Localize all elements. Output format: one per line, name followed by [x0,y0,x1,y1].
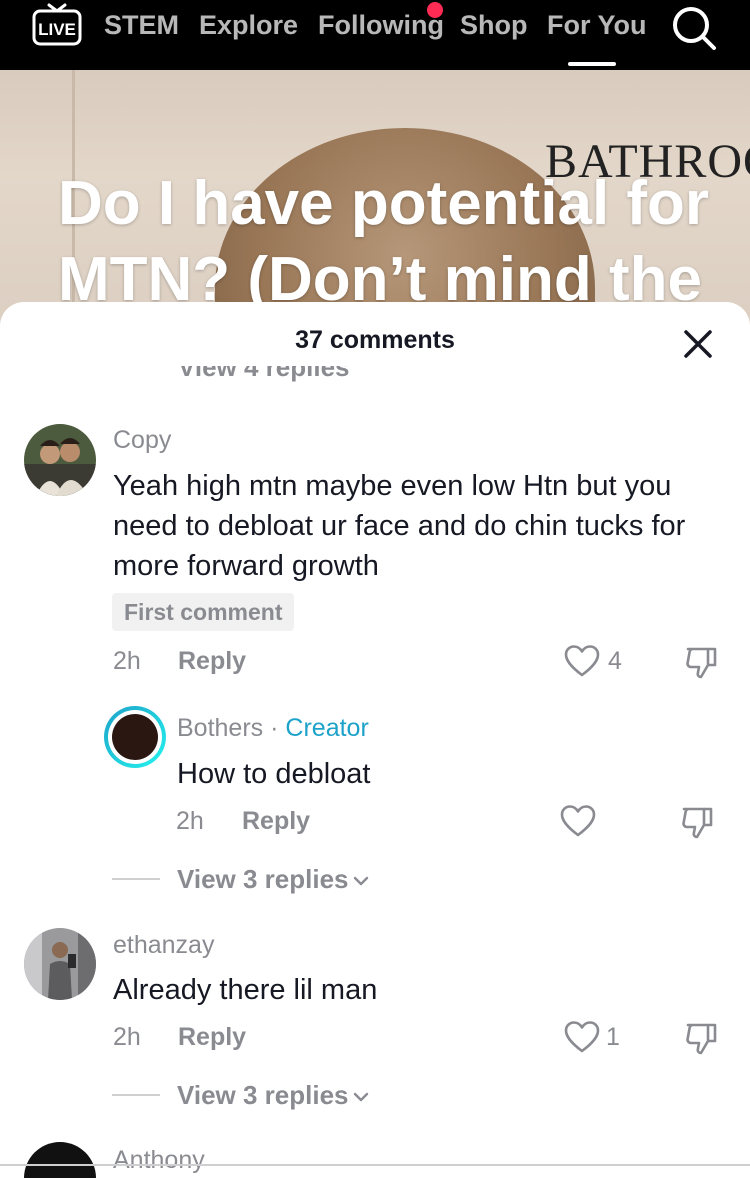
comment-input-divider [0,1164,750,1166]
view-replies-button[interactable]: View 3 replies [177,1080,369,1111]
comment-timestamp: 2h [113,1023,141,1051]
heart-outline-icon[interactable] [560,804,596,838]
search-icon[interactable] [670,4,718,52]
view-replies-label[interactable]: View 3 replies [177,1080,349,1110]
avatar[interactable] [24,1142,96,1178]
heart-outline-icon[interactable] [564,644,600,678]
reply-button[interactable]: Reply [178,647,246,676]
active-tab-indicator [568,62,616,66]
top-navigation-bar: LIVE STEM Explore Following Shop For You [0,0,750,70]
avatar[interactable] [24,928,96,1000]
thumbs-down-icon[interactable] [684,644,720,680]
like-count: 4 [608,647,622,675]
thumbs-down-icon[interactable] [680,804,716,840]
first-comment-badge: First comment [112,593,295,631]
heart-outline-icon[interactable] [564,1020,600,1054]
comment-username[interactable]: Copy [113,426,171,455]
like-count: 1 [606,1023,620,1051]
view-replies-divider [112,878,160,880]
notification-dot [427,2,443,18]
reply-text: How to debloat [177,758,371,790]
reply-username-text[interactable]: Bothers [177,714,263,742]
comment-timestamp: 2h [113,647,141,675]
creator-tag: Creator [285,714,369,742]
comments-count-title: 37 comments [295,326,455,354]
video-player[interactable]: BATHROO Do I have potential for MTN? (Do… [0,70,750,330]
comment-username[interactable]: Anthony [113,1146,205,1175]
tab-for-you[interactable]: For You [547,10,647,41]
view-replies-button[interactable]: View 3 replies [177,864,369,895]
comment-text: Already there lil man [113,974,378,1006]
tab-stem[interactable]: STEM [104,10,179,41]
tab-shop[interactable]: Shop [460,10,528,41]
chevron-down-icon [353,1092,368,1102]
live-label: LIVE [38,20,76,39]
comments-sheet: 37 comments View 4 replies Copy Yeah hig… [0,302,750,1178]
thumbs-down-icon[interactable] [684,1020,720,1056]
username-separator: · [270,714,279,742]
close-icon[interactable] [680,326,716,362]
reply-button[interactable]: Reply [242,807,310,836]
creator-avatar[interactable] [104,706,166,768]
chevron-down-icon [353,876,368,886]
reply-username[interactable]: Bothers · Creator [177,714,369,743]
view-replies-label[interactable]: View 3 replies [177,864,349,894]
live-tv-icon[interactable]: LIVE [32,2,82,48]
avatar[interactable] [24,424,96,496]
reply-timestamp: 2h [176,807,204,835]
video-caption: Do I have potential for MTN? (Don’t mind… [58,169,710,314]
comment-username[interactable]: ethanzay [113,931,214,960]
tab-explore[interactable]: Explore [199,10,298,41]
reply-button[interactable]: Reply [178,1023,246,1052]
cut-off-view-replies[interactable]: View 4 replies [178,366,350,384]
view-replies-divider [112,1094,160,1096]
tab-following[interactable]: Following [318,10,444,41]
comment-text: Yeah high mtn maybe even low Htn but you… [113,470,686,582]
